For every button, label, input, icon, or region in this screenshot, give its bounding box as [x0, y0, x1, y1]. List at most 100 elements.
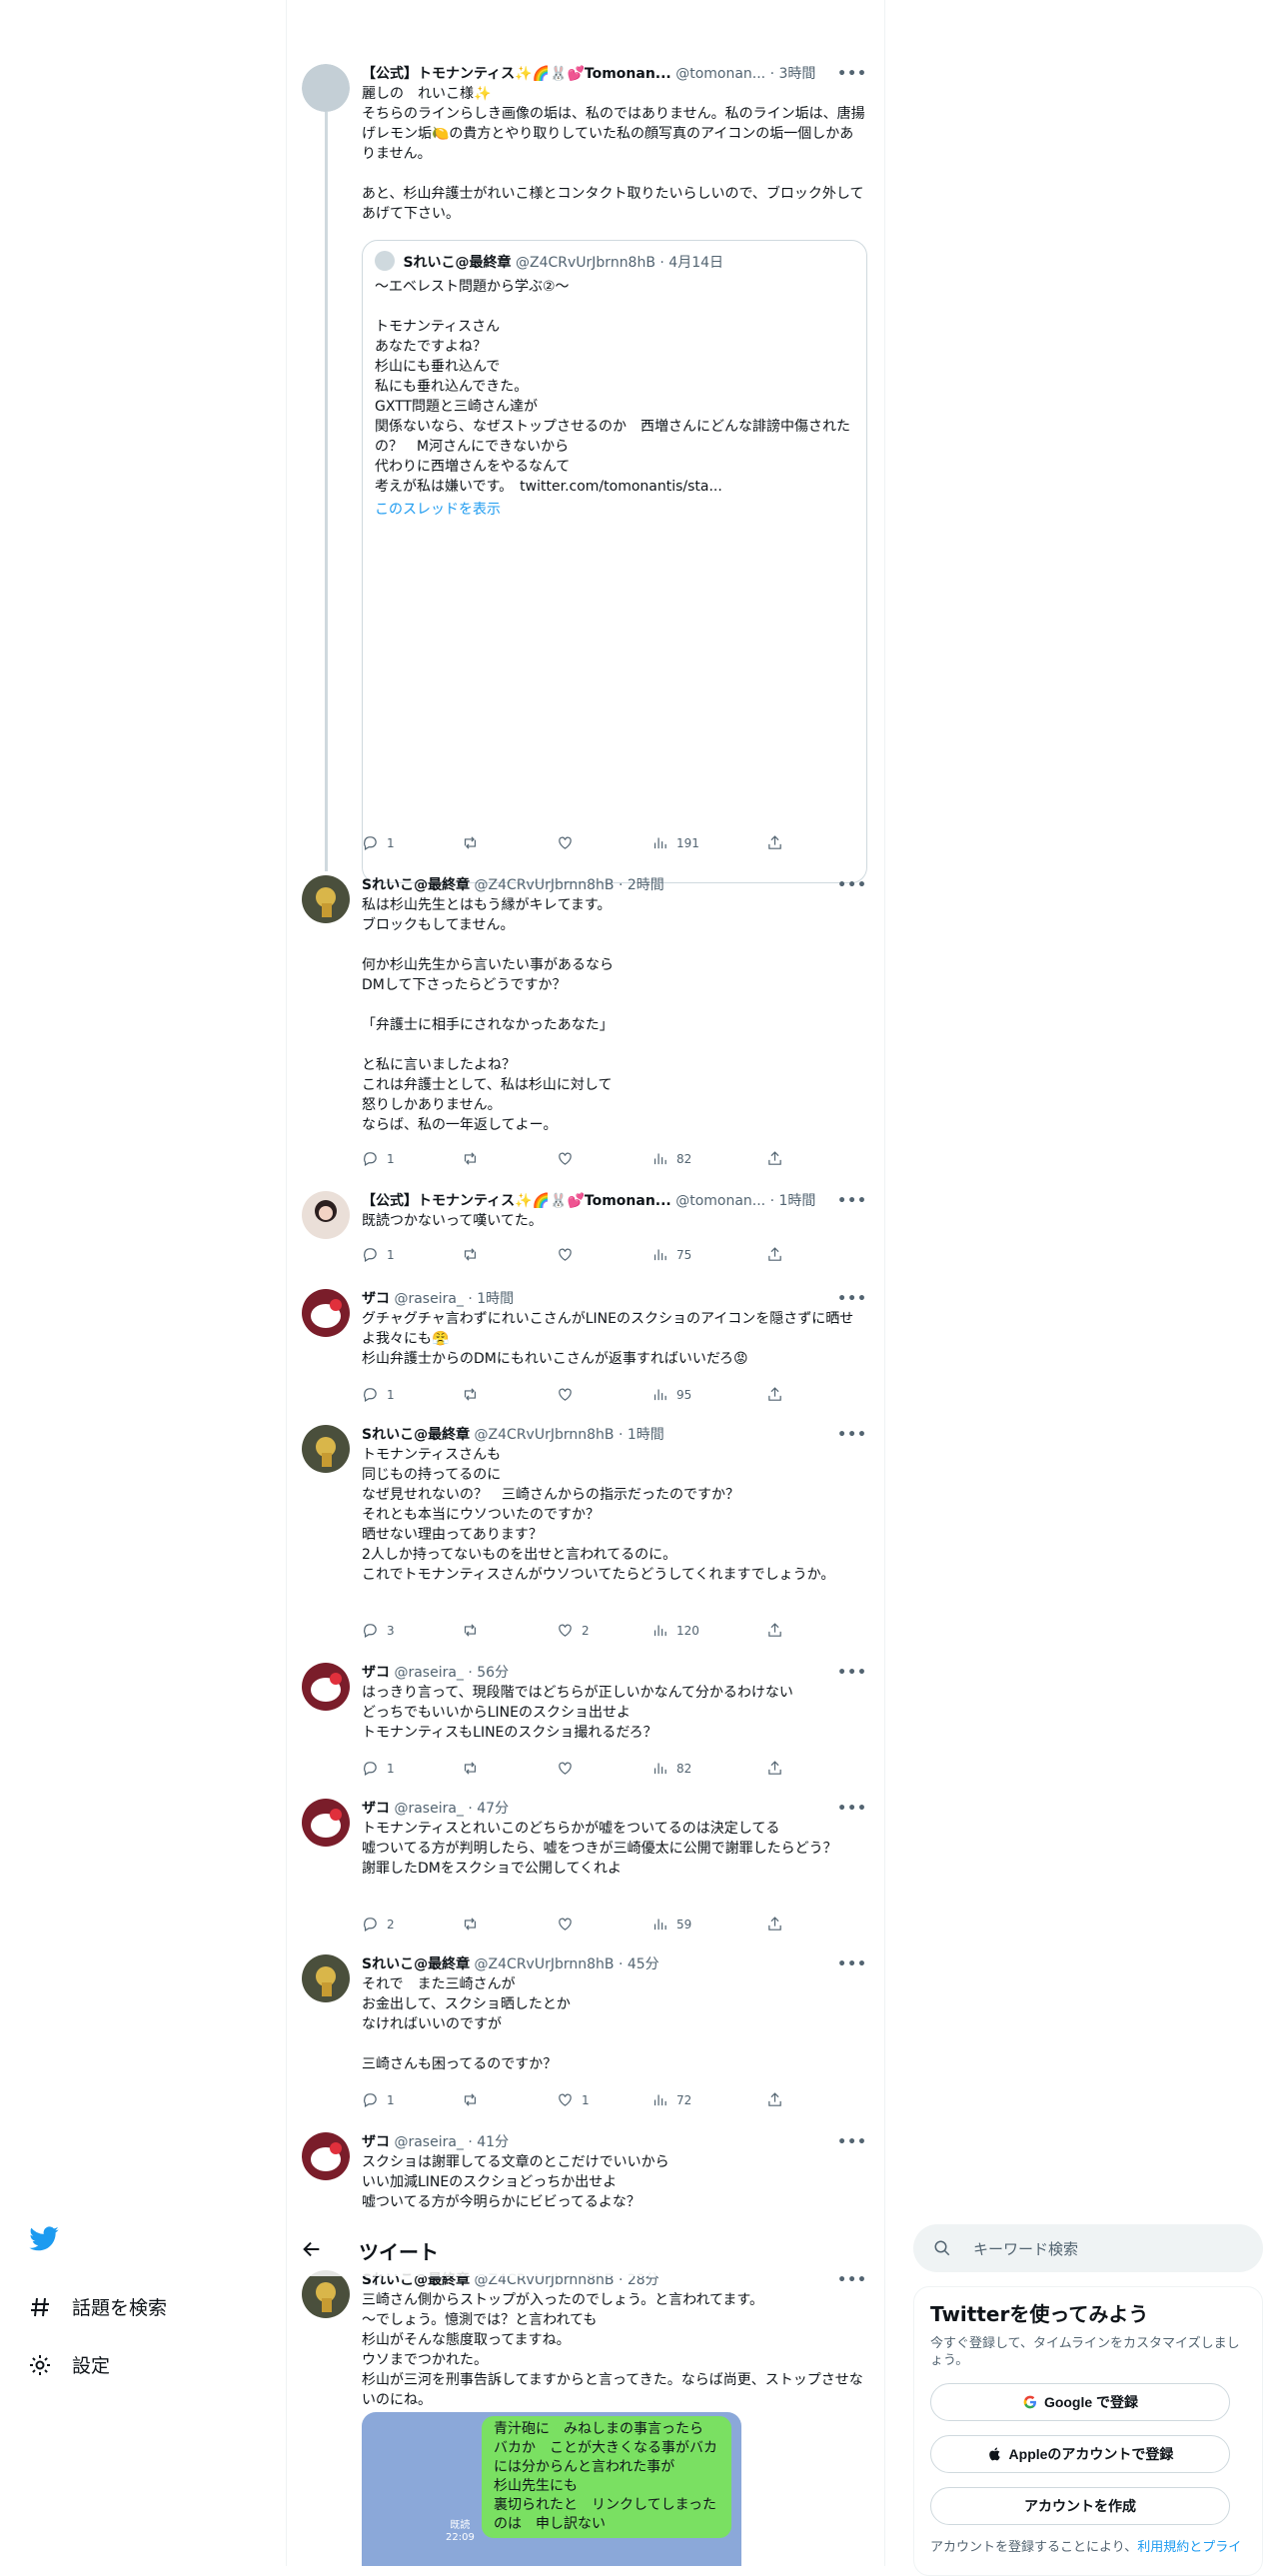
- views-stat[interactable]: 120: [651, 1621, 699, 1641]
- like-button[interactable]: 1: [557, 2090, 590, 2110]
- more-options-icon[interactable]: •••: [837, 1954, 867, 1974]
- avatar[interactable]: [302, 875, 350, 923]
- tweet-time[interactable]: · 56分: [468, 1665, 509, 1681]
- twitter-logo-icon[interactable]: [28, 2222, 60, 2254]
- search-input[interactable]: [971, 2236, 1245, 2262]
- tweet-time[interactable]: · 1時間: [468, 1291, 514, 1307]
- avatar[interactable]: [302, 1799, 350, 1847]
- author-name[interactable]: Sれいこ@最終章: [362, 1956, 470, 1972]
- author-name[interactable]: Sれいこ@最終章: [362, 877, 470, 893]
- create-account-button[interactable]: アカウントを作成: [930, 2487, 1230, 2525]
- more-options-icon[interactable]: •••: [837, 1425, 867, 1445]
- like-button[interactable]: [557, 833, 582, 853]
- author-name[interactable]: ザコ: [362, 1801, 390, 1817]
- views-stat[interactable]: 75: [651, 1245, 691, 1265]
- more-options-icon[interactable]: •••: [837, 64, 867, 84]
- retweet-button[interactable]: [462, 1245, 487, 1265]
- views-stat[interactable]: 72: [651, 2090, 691, 2110]
- avatar[interactable]: [302, 1425, 350, 1473]
- author-handle[interactable]: @Z4CRvUrJbrnn8hB: [475, 1427, 615, 1443]
- tweet[interactable]: ザコ @raseira_ · 1時間 ••• グチャグチャ言わずにれいこさんがL…: [302, 1289, 867, 1409]
- views-stat[interactable]: 95: [651, 1385, 691, 1405]
- tweet[interactable]: ザコ @raseira_ · 56分 ••• はっきり言って、現段階ではどちらが…: [302, 1663, 867, 1783]
- views-stat[interactable]: 191: [651, 833, 699, 853]
- more-options-icon[interactable]: •••: [837, 2132, 867, 2152]
- reply-button[interactable]: 1: [362, 2090, 395, 2110]
- avatar[interactable]: [302, 64, 350, 112]
- show-thread-link[interactable]: このスレッドを表示: [375, 499, 854, 519]
- retweet-button[interactable]: [462, 1385, 487, 1405]
- like-button[interactable]: [557, 1759, 582, 1779]
- apple-signup-button[interactable]: Appleのアカウントで登録: [930, 2435, 1230, 2473]
- author-handle[interactable]: @Z4CRvUrJbrnn8hB: [475, 877, 615, 893]
- more-options-icon[interactable]: •••: [837, 875, 867, 895]
- retweet-button[interactable]: [462, 1621, 487, 1641]
- tweet-time[interactable]: · 41分: [468, 2134, 509, 2150]
- more-options-icon[interactable]: •••: [837, 1191, 867, 1211]
- like-button[interactable]: [557, 1915, 582, 1934]
- author-handle[interactable]: @Z4CRvUrJbrnn8hB: [475, 1956, 615, 1972]
- retweet-button[interactable]: [462, 1759, 487, 1779]
- author-handle[interactable]: @tomonan...: [675, 66, 765, 82]
- tweet-time[interactable]: · 1時間: [770, 1193, 816, 1209]
- avatar[interactable]: [302, 1663, 350, 1711]
- avatar[interactable]: [302, 2270, 350, 2318]
- author-name[interactable]: Sれいこ@最終章: [362, 1427, 470, 1443]
- tweet[interactable]: Sれいこ@最終章 @Z4CRvUrJbrnn8hB · 1時間 ••• トモナン…: [302, 1425, 867, 1645]
- tweet[interactable]: Sれいこ@最終章 @Z4CRvUrJbrnn8hB · 45分 ••• それで …: [302, 1954, 867, 2114]
- author-handle[interactable]: @raseira_: [394, 1801, 463, 1817]
- share-button[interactable]: [766, 2090, 783, 2110]
- reply-button[interactable]: 1: [362, 833, 395, 853]
- author-handle[interactable]: @tomonan...: [675, 1193, 765, 1209]
- retweet-button[interactable]: [462, 2090, 487, 2110]
- tweet-time[interactable]: · 3時間: [770, 66, 816, 82]
- retweet-button[interactable]: [462, 1915, 487, 1934]
- share-button[interactable]: [766, 1621, 783, 1641]
- avatar[interactable]: [302, 1289, 350, 1337]
- tweet-time[interactable]: · 2時間: [619, 877, 664, 893]
- more-options-icon[interactable]: •••: [837, 1289, 867, 1309]
- author-handle[interactable]: @raseira_: [394, 1291, 463, 1307]
- google-signup-button[interactable]: Google で登録: [930, 2383, 1230, 2421]
- tweet[interactable]: 【公式】トモナンティス✨🌈🐰💕Tomonan... @tomonan... · …: [302, 1191, 867, 1271]
- tweet-image[interactable]: 青汁砲に みねしまの事言ったら バカか ことが大きくなる事がバカには分からんと言…: [362, 2412, 741, 2566]
- share-button[interactable]: [766, 1759, 783, 1779]
- avatar[interactable]: [302, 1191, 350, 1239]
- quoted-tweet[interactable]: Sれいこ@最終章 @Z4CRvUrJbrnn8hB · 4月14日 〜エベレスト…: [362, 240, 867, 883]
- reply-button[interactable]: 1: [362, 1245, 395, 1265]
- author-name[interactable]: ザコ: [362, 1291, 390, 1307]
- like-button[interactable]: [557, 1245, 582, 1265]
- like-button[interactable]: 2: [557, 1621, 590, 1641]
- tweet[interactable]: Sれいこ@最終章 @Z4CRvUrJbrnn8hB · 2時間 ••• 私は杉山…: [302, 875, 867, 1175]
- author-name[interactable]: ザコ: [362, 1665, 390, 1681]
- tweet[interactable]: ザコ @raseira_ · 47分 ••• トモナンティスとれいこのどちらかが…: [302, 1799, 867, 1938]
- reply-button[interactable]: 2: [362, 1915, 395, 1934]
- more-options-icon[interactable]: •••: [837, 1663, 867, 1683]
- back-arrow-icon[interactable]: [301, 2238, 323, 2260]
- author-handle[interactable]: @raseira_: [394, 1665, 463, 1681]
- reply-button[interactable]: 3: [362, 1621, 395, 1641]
- share-button[interactable]: [766, 1245, 783, 1265]
- like-button[interactable]: [557, 1149, 582, 1169]
- views-stat[interactable]: 82: [651, 1759, 691, 1779]
- tweet[interactable]: 【公式】トモナンティス✨🌈🐰💕Tomonan... @tomonan... · …: [302, 64, 867, 883]
- sidebar-item-settings[interactable]: 設定: [28, 2346, 228, 2386]
- tweet[interactable]: Sれいこ@最終章 @Z4CRvUrJbrnn8hB · 28分 ••• 三崎さん…: [302, 2270, 867, 2566]
- avatar[interactable]: [302, 2132, 350, 2180]
- reply-button[interactable]: 1: [362, 1759, 395, 1779]
- like-button[interactable]: [557, 1385, 582, 1405]
- more-options-icon[interactable]: •••: [837, 1799, 867, 1819]
- share-button[interactable]: [766, 1149, 783, 1169]
- share-button[interactable]: [766, 833, 783, 853]
- share-button[interactable]: [766, 1385, 783, 1405]
- retweet-button[interactable]: [462, 1149, 487, 1169]
- views-stat[interactable]: 59: [651, 1915, 691, 1934]
- tweet-time[interactable]: · 45分: [619, 1956, 659, 1972]
- share-button[interactable]: [766, 1915, 783, 1934]
- tweet-time[interactable]: · 47分: [468, 1801, 509, 1817]
- avatar[interactable]: [302, 1954, 350, 2002]
- author-handle[interactable]: @raseira_: [394, 2134, 463, 2150]
- reply-button[interactable]: 1: [362, 1149, 395, 1169]
- author-name[interactable]: ザコ: [362, 2134, 390, 2150]
- tweet-time[interactable]: · 1時間: [619, 1427, 664, 1443]
